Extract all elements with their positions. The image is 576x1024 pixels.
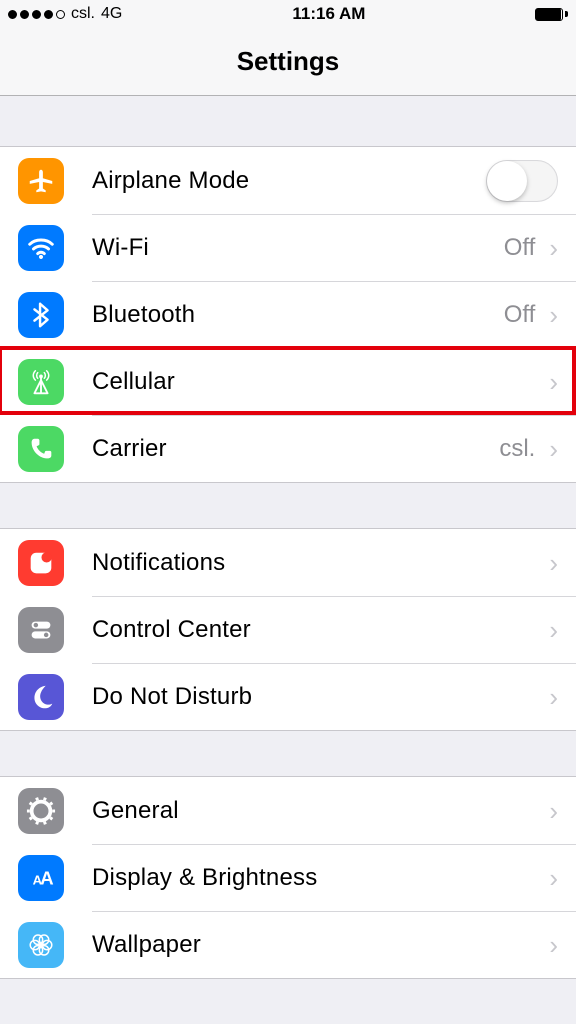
chevron-right-icon: › — [549, 436, 558, 462]
row-label: Carrier — [92, 435, 499, 463]
settings-row-wifi[interactable]: Wi-FiOff › — [0, 214, 576, 281]
status-left: csl. 4G — [8, 5, 122, 23]
group-spacer — [0, 731, 576, 776]
cellular-signal-icon — [8, 10, 65, 19]
network-type: 4G — [101, 5, 122, 23]
battery-icon — [535, 8, 568, 21]
chevron-right-icon: › — [549, 369, 558, 395]
flower-icon — [18, 922, 64, 968]
settings-row-wallpaper[interactable]: Wallpaper› — [0, 911, 576, 978]
settings-row-notifications[interactable]: Notifications› — [0, 529, 576, 596]
settings-row-carrier[interactable]: Carriercsl. › — [0, 415, 576, 482]
settings-row-dnd[interactable]: Do Not Disturb› — [0, 663, 576, 730]
row-label: Display & Brightness — [92, 864, 547, 892]
settings-row-display[interactable]: AA Display & Brightness› — [0, 844, 576, 911]
chevron-right-icon: › — [549, 798, 558, 824]
chevron-right-icon: › — [549, 865, 558, 891]
airplane-icon — [18, 158, 64, 204]
settings-group: General›AADisplay & Brightness›Wallpaper… — [0, 776, 576, 979]
moon-icon — [18, 674, 64, 720]
phone-icon — [18, 426, 64, 472]
bluetooth-icon — [18, 292, 64, 338]
gear-icon — [18, 788, 64, 834]
row-label: Wallpaper — [92, 931, 547, 959]
chevron-right-icon: › — [549, 235, 558, 261]
status-bar: csl. 4G 11:16 AM — [0, 0, 576, 28]
chevron-right-icon: › — [549, 617, 558, 643]
antenna-icon — [18, 359, 64, 405]
row-detail: csl. — [499, 435, 535, 463]
switches-icon — [18, 607, 64, 653]
row-label: Do Not Disturb — [92, 683, 547, 711]
row-label: Notifications — [92, 549, 547, 577]
row-detail: Off — [504, 301, 536, 329]
svg-text:A: A — [40, 867, 54, 888]
settings-row-airplane[interactable]: Airplane Mode — [0, 147, 576, 214]
navigation-bar: Settings — [0, 28, 576, 96]
group-spacer — [0, 483, 576, 528]
row-label: Airplane Mode — [92, 167, 486, 195]
chevron-right-icon: › — [549, 302, 558, 328]
settings-row-bluetooth[interactable]: BluetoothOff › — [0, 281, 576, 348]
settings-row-general[interactable]: General› — [0, 777, 576, 844]
settings-group: Notifications›Control Center›Do Not Dist… — [0, 528, 576, 731]
clock: 11:16 AM — [292, 4, 365, 24]
chevron-right-icon: › — [549, 684, 558, 710]
settings-row-controlcenter[interactable]: Control Center› — [0, 596, 576, 663]
chevron-right-icon: › — [549, 550, 558, 576]
wifi-icon — [18, 225, 64, 271]
settings-list[interactable]: Airplane ModeWi-FiOff›BluetoothOff›Cellu… — [0, 96, 576, 979]
row-label: Bluetooth — [92, 301, 504, 329]
row-label: Control Center — [92, 616, 547, 644]
notification-icon — [18, 540, 64, 586]
row-detail: Off — [504, 234, 536, 262]
settings-group: Airplane ModeWi-FiOff›BluetoothOff›Cellu… — [0, 146, 576, 483]
page-title: Settings — [237, 46, 340, 77]
row-label: General — [92, 797, 547, 825]
group-spacer — [0, 96, 576, 146]
text-size-icon: AA — [18, 855, 64, 901]
settings-row-cellular[interactable]: Cellular› — [0, 348, 576, 415]
row-label: Cellular — [92, 368, 547, 396]
chevron-right-icon: › — [549, 932, 558, 958]
airplane-toggle[interactable] — [486, 160, 558, 202]
row-label: Wi-Fi — [92, 234, 504, 262]
carrier-name: csl. — [71, 5, 95, 23]
